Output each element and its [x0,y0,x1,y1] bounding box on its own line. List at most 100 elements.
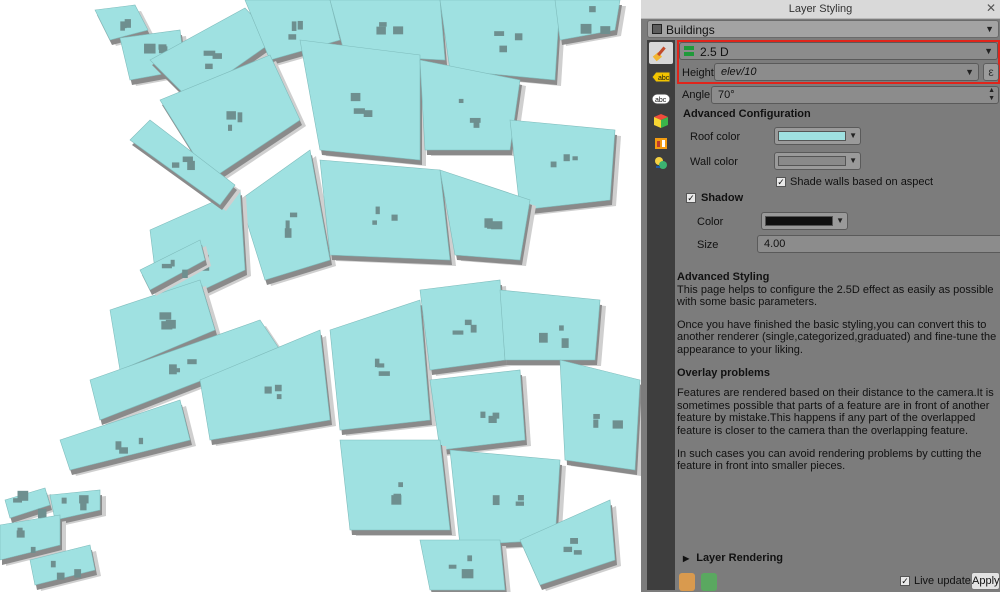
shadow-color-button[interactable]: ▼ [761,212,848,230]
courtyard [612,420,623,429]
courtyard [171,162,180,168]
courtyard [539,332,548,343]
courtyard [353,108,365,114]
help-paragraph-4: In such cases you can avoid rendering pr… [677,447,982,473]
svg-text:abc: abc [658,75,670,82]
shadow-checkbox[interactable]: ✓ [686,193,696,203]
courtyard [226,111,236,120]
courtyard [589,6,596,13]
building-roof [429,369,526,451]
courtyard [289,212,298,218]
courtyard [467,555,473,562]
courtyard [144,43,156,54]
courtyard [375,206,380,215]
angle-label: Angle [682,89,711,101]
size-label: Size [697,239,719,251]
3d-view-tab[interactable] [649,110,673,132]
courtyard [376,26,386,35]
courtyard [572,156,578,161]
building-roof [419,539,506,591]
courtyard [448,564,457,569]
live-update-checkbox[interactable]: ✓ [900,576,910,586]
courtyard [120,21,125,31]
style-tabs: abc abc [647,40,675,590]
diagrams-tab[interactable] [649,132,673,154]
courtyard [237,112,243,123]
expression-epsilon-icon[interactable]: ε [983,63,999,81]
renderer-selector[interactable]: 2.5 D ▼ [679,42,998,60]
apply-label: Apply [972,575,1000,587]
wall-color-label: Wall color [690,156,738,168]
courtyard [297,20,303,30]
abc-labels-tab[interactable]: abc [649,88,673,110]
building-roof [509,119,616,211]
shadow-color-swatch [765,216,833,226]
courtyard [573,550,582,555]
courtyard [559,325,564,331]
angle-value: 70° [718,89,735,101]
help-paragraph-1: This page helps to configure the 2.5D ef… [677,283,994,309]
wall-color-button[interactable]: ▼ [774,152,861,170]
shadow-size-spinbox[interactable]: 4.00 ▲▼ [757,235,1000,253]
courtyard [452,330,464,335]
layer-rendering-label: Layer Rendering [696,552,784,564]
courtyard [276,394,282,400]
chevron-right-icon: ▶ [683,554,690,563]
courtyard [212,53,222,59]
symbology-content: 2.5 D ▼ Height elev/10 ▼ ε Angle 70° ▲ ▼ … [677,40,1000,592]
courtyard [37,508,47,519]
undo-icon[interactable] [679,573,695,591]
history-icon [655,157,667,169]
courtyard [74,569,82,578]
angle-spinbox[interactable]: 70° ▲ ▼ [711,86,999,104]
courtyard [187,160,195,171]
layer-rendering-toggle[interactable]: ▶ Layer Rendering [683,552,783,564]
courtyard [372,220,377,225]
height-expression-value: elev/10 [721,66,757,78]
spin-arrows-icon[interactable]: ▲ ▼ [988,87,995,103]
courtyard [182,269,188,279]
courtyard [50,560,56,568]
courtyard [288,34,297,40]
courtyard [488,415,497,423]
building-roof [339,439,451,531]
wall-color-swatch [778,156,846,166]
courtyard [159,312,172,320]
courtyard [398,482,404,488]
roof-color-label: Roof color [690,131,741,143]
layer-styling-panel: Layer Styling ✕ Buildings ▼ abc abc 2.5 … [641,0,1000,592]
courtyard [170,259,175,267]
courtyard [469,117,481,123]
shadow-label: Shadow [701,192,744,204]
courtyard [17,527,23,534]
map-canvas[interactable] [0,0,642,592]
apply-button[interactable]: Apply [971,572,1000,590]
layer-selector[interactable]: Buildings ▼ [647,20,999,38]
courtyard [600,26,611,34]
courtyard [379,22,387,27]
close-icon[interactable]: ✕ [986,1,996,15]
building-roof [499,289,601,361]
courtyard [274,384,282,392]
chevron-down-icon: ▼ [965,67,974,77]
courtyard [13,498,23,503]
height-expression-field[interactable]: elev/10 ▼ [714,63,979,81]
redo-icon[interactable] [701,573,717,591]
chevron-down-icon: ▼ [836,216,844,225]
labels-tab[interactable]: abc [649,66,673,88]
overlay-problems-title: Overlay problems [677,366,770,379]
courtyard [161,321,173,330]
courtyard [264,386,272,394]
chevron-down-icon: ▼ [849,131,857,140]
courtyard [187,359,197,365]
history-tab[interactable] [649,152,673,174]
courtyard [393,493,402,499]
shade-walls-checkbox[interactable]: ✓ [776,177,786,187]
courtyard [79,495,89,504]
courtyard [205,63,213,70]
courtyard [138,437,144,445]
roof-color-swatch [778,131,846,141]
courtyard [563,546,573,553]
symbology-tab[interactable] [649,42,673,64]
roof-color-button[interactable]: ▼ [774,127,861,145]
